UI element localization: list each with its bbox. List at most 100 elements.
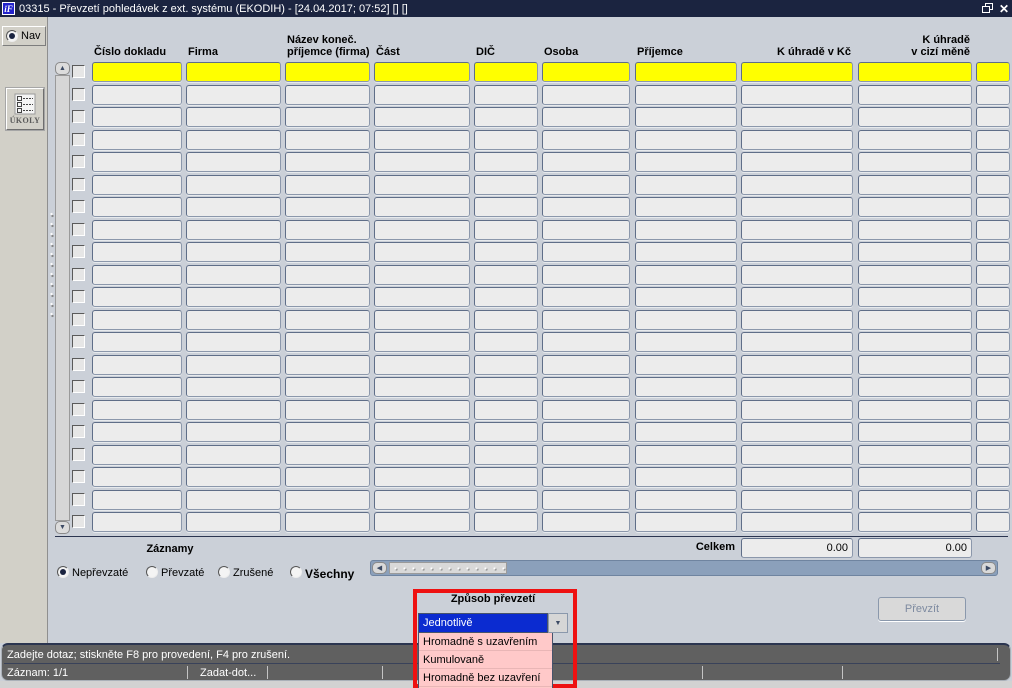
grid-cell[interactable] <box>285 242 370 262</box>
row-select-checkbox[interactable] <box>72 312 85 326</box>
grid-cell[interactable] <box>635 422 737 442</box>
grid-cell[interactable] <box>976 197 1010 217</box>
grid-cell[interactable] <box>976 62 1010 82</box>
grid-cell[interactable] <box>542 309 630 330</box>
filter-radio-label[interactable]: Nepřevzaté <box>72 567 128 579</box>
grid-cell[interactable] <box>741 512 853 532</box>
grid-cell[interactable] <box>741 264 853 285</box>
grid-cell[interactable] <box>92 377 182 397</box>
grid-cell[interactable] <box>186 467 281 487</box>
grid-cell[interactable] <box>976 422 1010 442</box>
grid-cell[interactable] <box>92 197 182 217</box>
grid-cell[interactable] <box>741 219 853 240</box>
grid-cell[interactable] <box>976 309 1010 330</box>
grid-cell[interactable] <box>186 489 281 510</box>
grid-cell[interactable] <box>858 129 972 150</box>
grid-cell[interactable] <box>374 264 470 285</box>
grid-cell[interactable] <box>542 467 630 487</box>
grid-cell[interactable] <box>374 332 470 352</box>
grid-cell[interactable] <box>976 219 1010 240</box>
grid-cell[interactable] <box>858 309 972 330</box>
grid-cell[interactable] <box>92 467 182 487</box>
grid-cell[interactable] <box>635 399 737 420</box>
grid-cell[interactable] <box>542 489 630 510</box>
grid-cell[interactable] <box>374 152 470 172</box>
grid-cell[interactable] <box>186 84 281 105</box>
grid-cell[interactable] <box>285 84 370 105</box>
row-select-checkbox[interactable] <box>72 267 85 281</box>
grid-cell[interactable] <box>542 332 630 352</box>
grid-cell[interactable] <box>285 62 370 82</box>
grid-cell[interactable] <box>92 242 182 262</box>
grid-cell[interactable] <box>374 489 470 510</box>
grid-cell[interactable] <box>92 512 182 532</box>
grid-cell[interactable] <box>976 354 1010 375</box>
prevzit-button[interactable]: Převzít <box>878 597 966 621</box>
grid-cell[interactable] <box>741 332 853 352</box>
grid-cell[interactable] <box>635 152 737 172</box>
grid-cell[interactable] <box>976 264 1010 285</box>
row-select-checkbox[interactable] <box>72 447 85 461</box>
grid-cell[interactable] <box>374 309 470 330</box>
grid-cell[interactable] <box>976 332 1010 352</box>
grid-cell[interactable] <box>741 107 853 127</box>
grid-cell[interactable] <box>741 174 853 195</box>
grid-cell[interactable] <box>374 174 470 195</box>
grid-cell[interactable] <box>474 107 538 127</box>
grid-cell[interactable] <box>92 287 182 307</box>
grid-cell[interactable] <box>741 242 853 262</box>
grid-cell[interactable] <box>186 174 281 195</box>
horizontal-scrollbar[interactable]: ◀ ▶ <box>370 560 998 576</box>
grid-cell[interactable] <box>858 174 972 195</box>
scroll-left-button[interactable]: ◀ <box>372 562 387 574</box>
grid-cell[interactable] <box>186 287 281 307</box>
grid-cell[interactable] <box>186 444 281 465</box>
nav-radio[interactable] <box>6 30 18 42</box>
grid-cell[interactable] <box>635 219 737 240</box>
grid-cell[interactable] <box>92 129 182 150</box>
row-select-checkbox[interactable] <box>72 177 85 191</box>
grid-cell[interactable] <box>186 354 281 375</box>
row-select-checkbox[interactable] <box>72 470 85 483</box>
grid-cell[interactable] <box>474 354 538 375</box>
row-select-checkbox[interactable] <box>72 245 85 258</box>
grid-cell[interactable] <box>374 242 470 262</box>
grid-cell[interactable] <box>374 422 470 442</box>
grid-cell[interactable] <box>635 332 737 352</box>
grid-cell[interactable] <box>635 512 737 532</box>
grid-cell[interactable] <box>741 309 853 330</box>
transfer-list-item[interactable]: Hromadně s uzavřením <box>419 633 552 651</box>
grid-cell[interactable] <box>741 399 853 420</box>
horizontal-scroll-thumb[interactable] <box>389 562 507 574</box>
grid-cell[interactable] <box>285 264 370 285</box>
filter-radio[interactable] <box>57 566 69 578</box>
grid-cell[interactable] <box>858 264 972 285</box>
grid-cell[interactable] <box>858 512 972 532</box>
grid-cell[interactable] <box>474 399 538 420</box>
grid-cell[interactable] <box>741 197 853 217</box>
grid-cell[interactable] <box>474 152 538 172</box>
grid-cell[interactable] <box>92 174 182 195</box>
grid-cell[interactable] <box>374 219 470 240</box>
grid-cell[interactable] <box>858 467 972 487</box>
grid-cell[interactable] <box>186 107 281 127</box>
scroll-right-button[interactable]: ▶ <box>981 562 996 574</box>
grid-cell[interactable] <box>858 377 972 397</box>
grid-cell[interactable] <box>542 287 630 307</box>
grid-cell[interactable] <box>635 242 737 262</box>
row-select-checkbox[interactable] <box>72 222 85 236</box>
grid-cell[interactable] <box>285 444 370 465</box>
grid-cell[interactable] <box>858 444 972 465</box>
transfer-mode-combobox[interactable]: Jednotlivě <box>418 613 548 633</box>
combo-dropdown-button[interactable]: ▼ <box>548 613 568 633</box>
grid-cell[interactable] <box>186 197 281 217</box>
grid-cell[interactable] <box>186 219 281 240</box>
ukoly-button[interactable]: ÚKOLY <box>5 87 45 131</box>
grid-cell[interactable] <box>285 377 370 397</box>
grid-cell[interactable] <box>858 84 972 105</box>
grid-cell[interactable] <box>92 107 182 127</box>
grid-cell[interactable] <box>285 422 370 442</box>
grid-cell[interactable] <box>542 242 630 262</box>
grid-cell[interactable] <box>92 354 182 375</box>
grid-cell[interactable] <box>186 309 281 330</box>
